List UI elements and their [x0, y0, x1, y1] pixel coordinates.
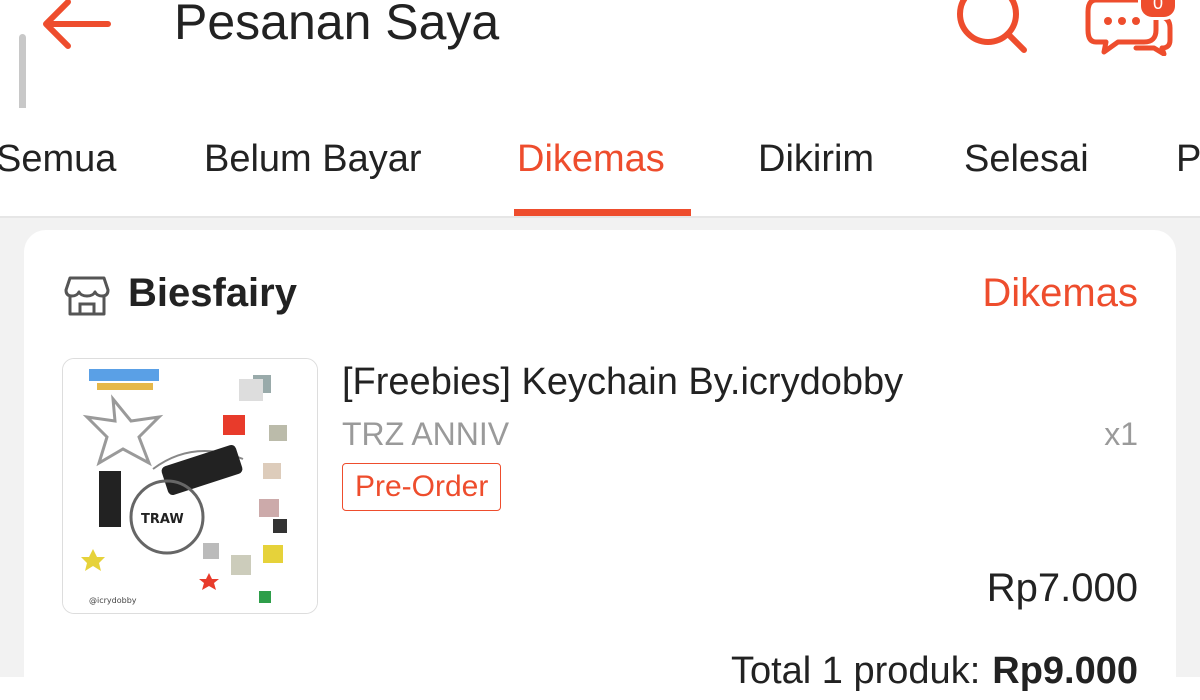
- tab-next[interactable]: P: [1176, 136, 1200, 182]
- tab-selesai[interactable]: Selesai: [964, 136, 1089, 182]
- svg-text:@icrydobby: @icrydobby: [89, 596, 137, 605]
- order-status: Dikemas: [982, 271, 1138, 315]
- page-title: Pesanan Saya: [174, 0, 500, 50]
- search-icon: [957, 0, 1027, 53]
- product-quantity: x1: [1104, 416, 1138, 452]
- tab-dikemas[interactable]: Dikemas: [517, 136, 665, 182]
- search-button[interactable]: [952, 0, 1032, 56]
- product-price: Rp7.000: [986, 566, 1138, 610]
- total-label: Total 1 produk:: [730, 650, 981, 692]
- total-amount: Rp9.000: [992, 650, 1138, 692]
- order-status-tabs: Semua Belum Bayar Dikemas Dikirim Selesa…: [0, 108, 1200, 218]
- product-name[interactable]: [Freebies] Keychain By.icrydobby: [342, 358, 903, 406]
- tab-belum-bayar[interactable]: Belum Bayar: [204, 136, 422, 182]
- product-image[interactable]: TRAW @icrydobby: [62, 358, 318, 614]
- order-card[interactable]: Biesfairy Dikemas TRAW @icrydobby [Freeb…: [24, 230, 1176, 700]
- chat-badge: 0: [1138, 0, 1178, 20]
- active-tab-indicator: [514, 209, 691, 216]
- svg-text:TRAW: TRAW: [141, 512, 184, 527]
- product-variation: TRZ ANNIV: [342, 416, 510, 452]
- order-total: Total 1 produk: Rp9.000: [731, 648, 1138, 694]
- tab-semua[interactable]: Semua: [0, 136, 116, 182]
- preorder-badge: Pre-Order: [342, 463, 502, 511]
- arrow-left-icon: [43, 0, 111, 49]
- shop-icon: [64, 274, 110, 318]
- shop-name[interactable]: Biesfairy: [128, 268, 297, 318]
- back-button[interactable]: [38, 0, 114, 54]
- app-header: Pesanan Saya 0: [0, 0, 1200, 70]
- tab-dikirim[interactable]: Dikirim: [758, 136, 874, 182]
